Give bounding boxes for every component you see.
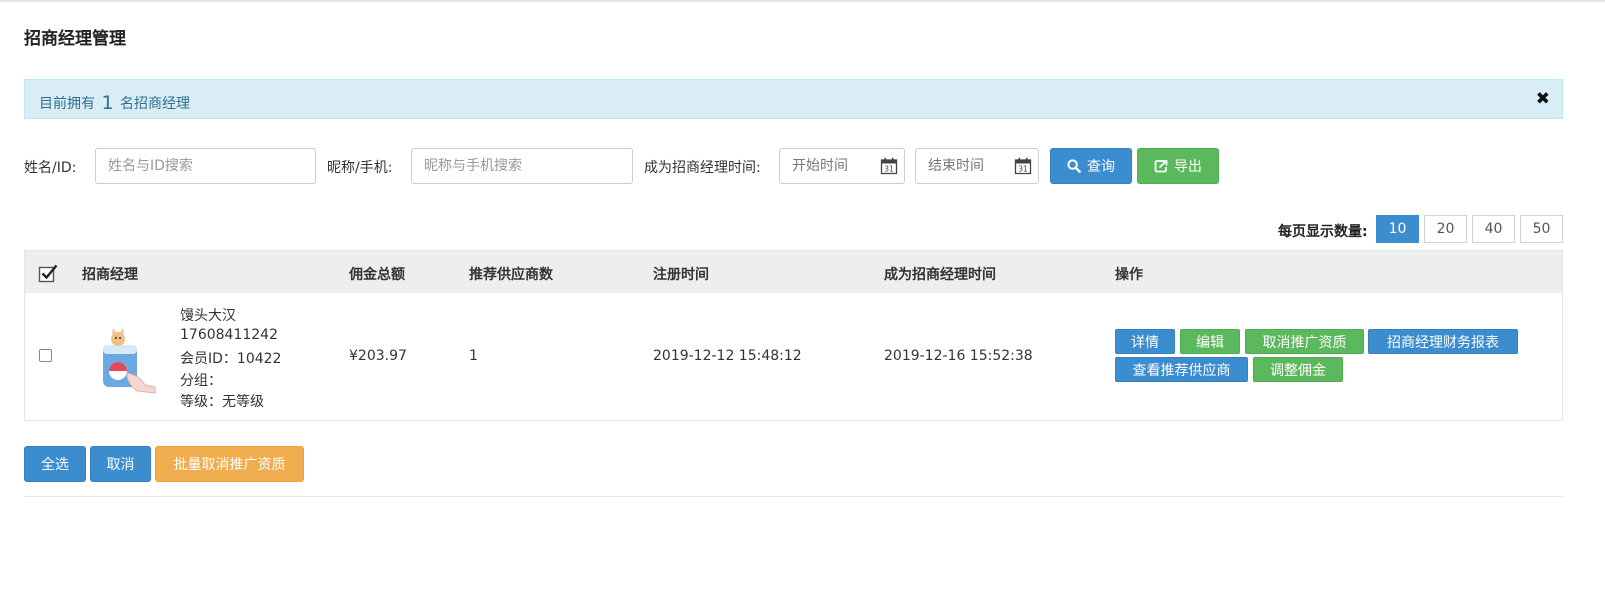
header-register-time: 注册时间 [653, 267, 709, 283]
cancel-button[interactable]: 取消 [90, 446, 151, 482]
export-label: 导出 [1174, 159, 1202, 175]
search-icon [1067, 159, 1081, 173]
manager-time-value: 2019-12-16 15:52:38 [884, 348, 1033, 364]
manager-group: 分组： [180, 373, 222, 389]
cancel-promo-button[interactable]: 取消推广资质 [1245, 329, 1364, 354]
row-checkbox[interactable] [39, 349, 52, 362]
export-icon [1154, 160, 1168, 173]
start-date-input[interactable] [780, 149, 884, 183]
suppliers-value: 1 [469, 348, 478, 364]
view-suppliers-button[interactable]: 查看推荐供应商 [1115, 357, 1248, 382]
nick-phone-label: 昵称/手机: [327, 160, 393, 176]
manager-table: 招商经理 佣金总额 推荐供应商数 注册时间 成为招商经理时间 操作 馒头大汉 1… [24, 250, 1563, 421]
header-commission: 佣金总额 [349, 267, 405, 283]
detail-button[interactable]: 详情 [1115, 329, 1175, 354]
end-date-input[interactable] [916, 149, 1020, 183]
manager-count: 1 [101, 92, 114, 114]
end-date-field[interactable]: 31 [915, 148, 1039, 184]
batch-cancel-promo-button[interactable]: 批量取消推广资质 [155, 446, 304, 482]
svg-text:31: 31 [884, 165, 894, 174]
page-size-label: 每页显示数量: [1278, 224, 1368, 240]
manager-name: 馒头大汉 [180, 308, 236, 324]
name-id-search-input[interactable] [95, 148, 316, 184]
export-button[interactable]: 导出 [1137, 148, 1219, 184]
page-size-50[interactable]: 50 [1520, 215, 1563, 243]
register-time-value: 2019-12-12 15:48:12 [653, 348, 802, 364]
name-id-label: 姓名/ID: [24, 160, 77, 176]
bottom-divider [24, 496, 1563, 497]
edit-button[interactable]: 编辑 [1180, 329, 1240, 354]
top-divider [0, 0, 1605, 2]
table-header: 招商经理 佣金总额 推荐供应商数 注册时间 成为招商经理时间 操作 [25, 251, 1562, 293]
commission-value: ¥203.97 [349, 348, 407, 364]
query-button[interactable]: 查询 [1050, 148, 1132, 184]
alert-prefix: 目前拥有 [39, 96, 95, 112]
manager-phone: 17608411242 [180, 327, 278, 343]
page-title: 招商经理管理 [24, 29, 126, 49]
start-date-field[interactable]: 31 [779, 148, 905, 184]
manager-time-label: 成为招商经理时间: [644, 160, 761, 176]
manager-level: 等级：无等级 [180, 394, 264, 410]
page-size-20[interactable]: 20 [1424, 215, 1467, 243]
header-manager-time: 成为招商经理时间 [884, 267, 996, 283]
close-icon[interactable]: ✖ [1536, 89, 1550, 109]
header-actions: 操作 [1115, 267, 1143, 283]
header-suppliers: 推荐供应商数 [469, 267, 553, 283]
alert-text: 目前拥有 1 名招商经理 [39, 91, 190, 114]
select-all-button[interactable]: 全选 [24, 446, 86, 482]
query-label: 查询 [1087, 159, 1115, 175]
calendar-icon[interactable]: 31 [1014, 157, 1032, 175]
info-alert: 目前拥有 1 名招商经理 ✖ [24, 79, 1563, 119]
svg-text:31: 31 [1018, 165, 1028, 174]
manager-member-id: 会员ID：10422 [180, 351, 282, 367]
finance-report-button[interactable]: 招商经理财务报表 [1368, 329, 1518, 354]
check-all-icon[interactable] [38, 263, 58, 283]
page-size-10[interactable]: 10 [1376, 215, 1419, 243]
alert-suffix: 名招商经理 [120, 96, 190, 112]
adjust-commission-button[interactable]: 调整佣金 [1253, 357, 1343, 382]
avatar [103, 328, 156, 394]
header-manager: 招商经理 [82, 267, 138, 283]
nick-phone-search-input[interactable] [411, 148, 633, 184]
page-size-40[interactable]: 40 [1472, 215, 1515, 243]
calendar-icon[interactable]: 31 [880, 157, 898, 175]
